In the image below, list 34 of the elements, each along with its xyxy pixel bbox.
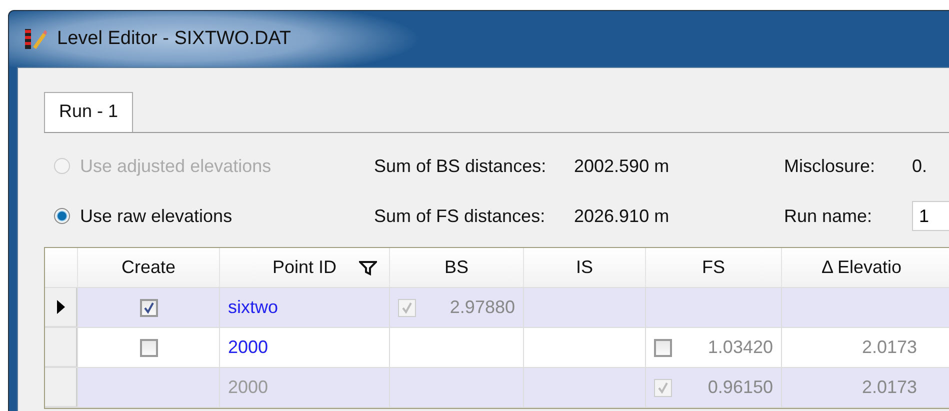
app-icon bbox=[23, 27, 47, 51]
column-header[interactable]: FS bbox=[645, 248, 781, 287]
radio-option[interactable]: Use raw elevations bbox=[44, 206, 374, 226]
column-header[interactable]: IS bbox=[523, 248, 645, 287]
column-header[interactable]: BS bbox=[389, 248, 523, 287]
column-header[interactable]: Δ Elevatio bbox=[781, 248, 941, 287]
tab[interactable]: Run - 1 bbox=[44, 92, 134, 132]
point-id: sixtwo bbox=[228, 297, 278, 318]
window-title: Level Editor - SIXTWO.DAT bbox=[57, 28, 292, 50]
filter-icon[interactable] bbox=[359, 260, 377, 276]
table-cell: 2.0173 bbox=[862, 337, 917, 358]
checkbox[interactable] bbox=[654, 338, 672, 356]
misclosure-label: Misclosure: bbox=[784, 156, 876, 176]
summary-value: 2002.590 m bbox=[574, 156, 670, 176]
summary-label: Sum of BS distances: bbox=[374, 156, 548, 176]
column-header[interactable]: Point ID bbox=[219, 248, 389, 287]
radio-label: Use raw elevations bbox=[80, 206, 232, 226]
table-cell: 1.03420 bbox=[708, 337, 773, 358]
checkbox[interactable] bbox=[140, 298, 158, 316]
point-id: 2000 bbox=[228, 337, 268, 358]
summary-value: 2026.910 m bbox=[574, 206, 670, 226]
row-header[interactable] bbox=[45, 288, 77, 327]
radio-button[interactable] bbox=[54, 208, 70, 224]
table-cell: 0.96150 bbox=[708, 377, 773, 398]
radio-label: Use adjusted elevations bbox=[80, 156, 272, 176]
run-name-label: Run name: bbox=[784, 206, 874, 226]
table-cell: 2.97880 bbox=[450, 297, 515, 318]
checkbox[interactable] bbox=[140, 338, 158, 356]
misclosure-value: 0. bbox=[912, 156, 928, 176]
run-name-field[interactable]: 1 bbox=[912, 201, 949, 231]
summary-label: Sum of FS distances: bbox=[374, 206, 546, 226]
column-header[interactable]: Create bbox=[77, 248, 219, 287]
table-cell: 2.0173 bbox=[862, 377, 917, 398]
point-id: 2000 bbox=[228, 377, 268, 398]
